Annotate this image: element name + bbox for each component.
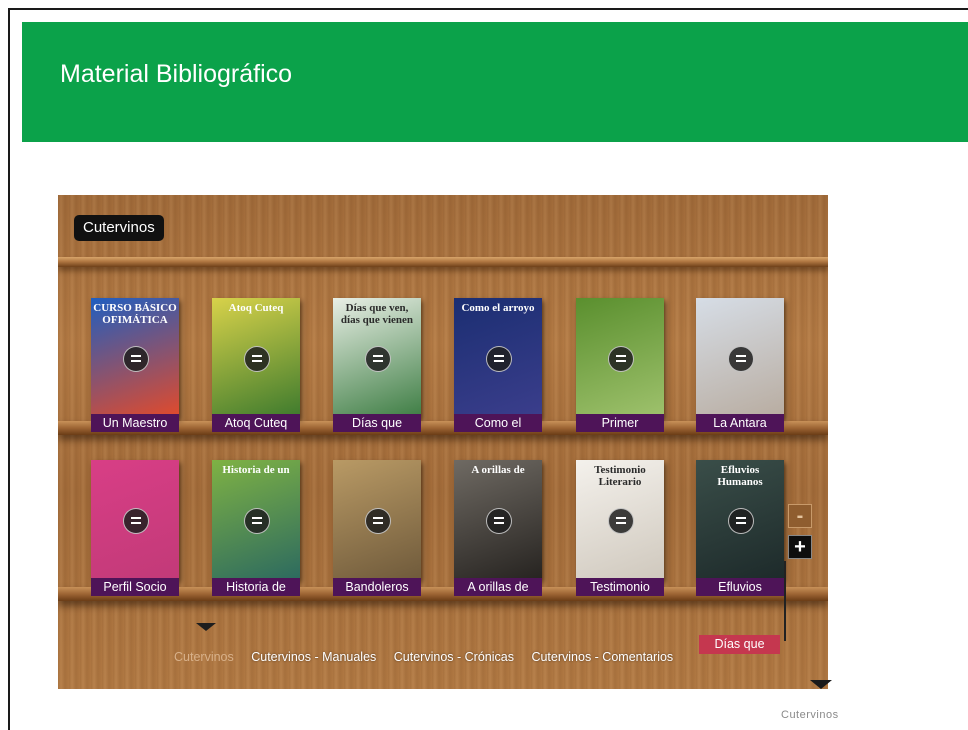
book-cover[interactable]: Efluvios Humanos (696, 460, 784, 580)
hover-tooltip: Días que (699, 635, 780, 654)
book-preview-icon[interactable] (728, 346, 754, 372)
tab-cutervinos-cronicas[interactable]: Cutervinos - Crónicas (394, 650, 514, 664)
book-cover[interactable]: Testimonio Literario (576, 460, 664, 580)
shelf-board-top (58, 257, 828, 267)
book-label[interactable]: Días que (333, 414, 421, 432)
book-cover[interactable]: A orillas de (454, 460, 542, 580)
book-cover[interactable]: Días que ven, días que vienen (333, 298, 421, 418)
book-cover[interactable] (696, 298, 784, 418)
book-cover-title: Efluvios Humanos (717, 464, 763, 488)
footer-label: Cutervinos (781, 709, 839, 721)
book-label[interactable]: Primer (576, 414, 664, 432)
book-label[interactable]: Atoq Cuteq (212, 414, 300, 432)
tab-cutervinos-comentarios[interactable]: Cutervinos - Comentarios (531, 650, 673, 664)
book-label[interactable]: Bandoleros (333, 578, 421, 596)
expand-arrow-icon[interactable] (810, 680, 832, 689)
book-preview-icon[interactable] (365, 508, 391, 534)
zoom-in-button[interactable]: + (788, 535, 812, 559)
book-cover-title: CURSO BÁSICO OFIMÁTICA (93, 302, 177, 326)
book-cover-title: A orillas de (471, 464, 525, 476)
book-preview-icon[interactable] (486, 346, 512, 372)
book-label[interactable]: Historia de (212, 578, 300, 596)
bookshelf: Cutervinos CURSO BÁSICO OFIMÁTICA Un Maes… (58, 195, 828, 689)
book-cover-title: Atoq Cuteq (228, 302, 284, 314)
book-cover-title: Historia de un (222, 464, 290, 476)
book-cover[interactable]: CURSO BÁSICO OFIMÁTICA (91, 298, 179, 418)
book-label[interactable]: Un Maestro (91, 414, 179, 432)
book-preview-icon[interactable] (608, 346, 634, 372)
book-cover[interactable]: Atoq Cuteq (212, 298, 300, 418)
zoom-out-button[interactable]: - (788, 504, 812, 528)
book-label[interactable]: La Antara (696, 414, 784, 432)
book-label[interactable]: Como el (454, 414, 542, 432)
zoom-track (784, 561, 786, 641)
book-cover-title: Como el arroyo (461, 302, 535, 314)
shelf-tag[interactable]: Cutervinos (74, 215, 164, 241)
book-label[interactable]: Testimonio (576, 578, 664, 596)
book-preview-icon[interactable] (244, 508, 270, 534)
book-preview-icon[interactable] (123, 508, 149, 534)
book-cover-title: Testimonio Literario (594, 464, 646, 488)
tab-cutervinos[interactable]: Cutervinos (174, 650, 234, 664)
book-label[interactable]: Efluvios (696, 578, 784, 596)
book-cover[interactable]: Historia de un (212, 460, 300, 580)
book-cover[interactable]: Como el arroyo (454, 298, 542, 418)
book-cover-title: Días que ven, días que vienen (340, 302, 414, 326)
page-title: Material Bibliográfico (60, 60, 293, 88)
book-label[interactable]: Perfil Socio (91, 578, 179, 596)
active-tab-arrow-icon (196, 623, 216, 631)
book-preview-icon[interactable] (608, 508, 634, 534)
category-tabs: Cutervinos Cutervinos - Manuales Cutervi… (174, 650, 687, 664)
header-bar: Material Bibliográfico (22, 22, 968, 142)
book-preview-icon[interactable] (365, 346, 391, 372)
book-label[interactable]: A orillas de (454, 578, 542, 596)
book-preview-icon[interactable] (123, 346, 149, 372)
book-cover[interactable] (333, 460, 421, 580)
book-preview-icon[interactable] (486, 508, 512, 534)
book-cover[interactable] (91, 460, 179, 580)
book-preview-icon[interactable] (728, 508, 754, 534)
book-cover[interactable] (576, 298, 664, 418)
book-preview-icon[interactable] (244, 346, 270, 372)
tab-cutervinos-manuales[interactable]: Cutervinos - Manuales (251, 650, 376, 664)
